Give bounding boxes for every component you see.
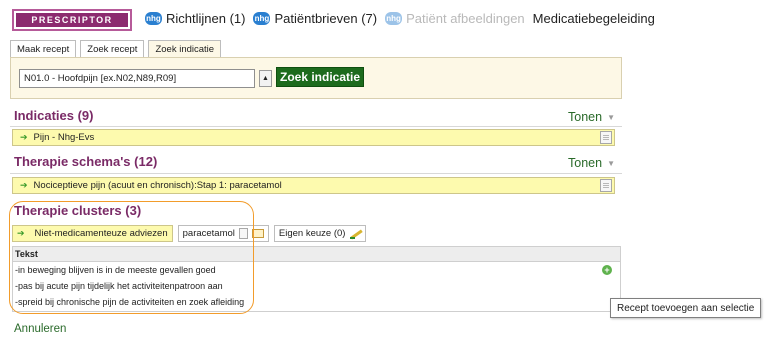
table-header: Tekst	[13, 247, 620, 262]
cluster-label: Niet-medicamenteuze adviezen	[34, 228, 168, 239]
note-icon[interactable]	[251, 229, 264, 238]
top-bar: PRESCRIPTOR nhg Richtlijnen (1) nhg Pati…	[0, 0, 774, 38]
table-cell: -spreid bij chronische pijn de activitei…	[15, 297, 245, 307]
nav-medicatiebegeleiding-label: Medicatiebegeleiding	[532, 11, 655, 26]
nhg-logo-icon: nhg	[253, 12, 271, 25]
therapie-schema-row-label: Nociceptieve pijn (acuut en chronisch):S…	[33, 180, 282, 191]
therapie-clusters-title: Therapie clusters (3)	[14, 203, 142, 218]
annuleren-link[interactable]: Annuleren	[14, 323, 66, 335]
nav-richtlijnen-label: Richtlijnen (1)	[166, 11, 246, 26]
tab-zoek-recept[interactable]: Zoek recept	[80, 40, 145, 58]
cluster-label: Eigen keuze (0)	[278, 228, 346, 239]
green-arrow-icon: ➔	[20, 180, 28, 190]
top-nav: nhg Richtlijnen (1) nhg Patiëntbrieven (…	[145, 11, 663, 26]
chevron-down-icon: ▼	[607, 158, 615, 168]
cluster-niet-medicamenteuze[interactable]: ➔ Niet-medicamenteuze adviezen	[12, 225, 173, 242]
nhg-logo-icon: nhg	[145, 12, 162, 25]
brand-label: PRESCRIPTOR	[31, 15, 113, 25]
document-icon[interactable]	[600, 131, 612, 144]
prescriptor-logo[interactable]: PRESCRIPTOR	[12, 9, 132, 31]
table-row[interactable]: -spreid bij chronische pijn de activitei…	[13, 294, 620, 310]
green-arrow-icon: ➔	[17, 228, 25, 238]
cluster-buttons: ➔ Niet-medicamenteuze adviezen paracetam…	[12, 225, 367, 242]
nav-patientbrieven[interactable]: nhg Patiëntbrieven (7)	[253, 11, 377, 26]
document-icon[interactable]	[238, 228, 248, 239]
indicatie-input[interactable]: N01.0 - Hoofdpijn [ex.N02,N89,R09]	[19, 69, 255, 88]
therapie-schemas-title: Therapie schema's (12)	[14, 154, 158, 169]
cluster-paracetamol[interactable]: paracetamol	[177, 225, 269, 242]
toggle-label: Tonen	[568, 156, 603, 170]
indicatie-row[interactable]: ➔ Pijn - Nhg-Evs	[12, 129, 615, 146]
dropdown-toggle-icon[interactable]: ▲	[259, 70, 272, 87]
advice-table: Tekst -in beweging blijven is in de mees…	[12, 246, 621, 312]
cluster-eigen-keuze[interactable]: Eigen keuze (0)	[273, 225, 367, 242]
divider	[10, 173, 622, 174]
add-recipe-icon[interactable]: +	[602, 265, 612, 275]
table-row[interactable]: -in beweging blijven is in de meeste gev…	[13, 262, 620, 278]
indicaties-toggle[interactable]: Tonen ▼	[568, 110, 615, 124]
therapie-schemas-toggle[interactable]: Tonen ▼	[568, 156, 615, 170]
table-cell: -pas bij acute pijn tijdelijk het activi…	[15, 281, 223, 291]
search-panel: N01.0 - Hoofdpijn [ex.N02,N89,R09] ▲ Zoe…	[10, 57, 622, 99]
zoek-indicatie-button[interactable]: Zoek indicatie	[276, 67, 364, 87]
pencil-icon[interactable]	[349, 228, 361, 239]
indicaties-title: Indicaties (9)	[14, 108, 94, 123]
toggle-label: Tonen	[568, 110, 603, 124]
nav-richtlijnen[interactable]: nhg Richtlijnen (1)	[145, 11, 245, 26]
chevron-down-icon: ▼	[607, 112, 615, 122]
document-icon[interactable]	[600, 179, 612, 192]
green-arrow-icon: ➔	[20, 132, 28, 142]
divider	[10, 126, 622, 127]
tooltip: Recept toevoegen aan selectie	[610, 298, 762, 318]
therapie-schema-row[interactable]: ➔ Nociceptieve pijn (acuut en chronisch)…	[12, 177, 615, 194]
nav-patientbrieven-label: Patiëntbrieven (7)	[274, 11, 378, 26]
nhg-logo-icon: nhg	[385, 12, 403, 25]
nav-patient-afbeeldingen-label: Patiënt afbeeldingen	[406, 11, 525, 26]
table-row[interactable]: -pas bij acute pijn tijdelijk het activi…	[13, 278, 620, 294]
nav-medicatiebegeleiding[interactable]: Medicatiebegeleiding	[533, 11, 655, 26]
indicatie-row-label: Pijn - Nhg-Evs	[33, 132, 95, 143]
nav-patient-afbeeldingen: nhg Patiënt afbeeldingen	[385, 11, 525, 26]
tab-bar: Maak recept Zoek recept Zoek indicatie	[10, 40, 222, 58]
cluster-label: paracetamol	[182, 228, 235, 239]
tab-zoek-indicatie[interactable]: Zoek indicatie	[148, 40, 222, 58]
table-cell: -in beweging blijven is in de meeste gev…	[15, 265, 216, 275]
tab-maak-recept[interactable]: Maak recept	[10, 40, 77, 58]
